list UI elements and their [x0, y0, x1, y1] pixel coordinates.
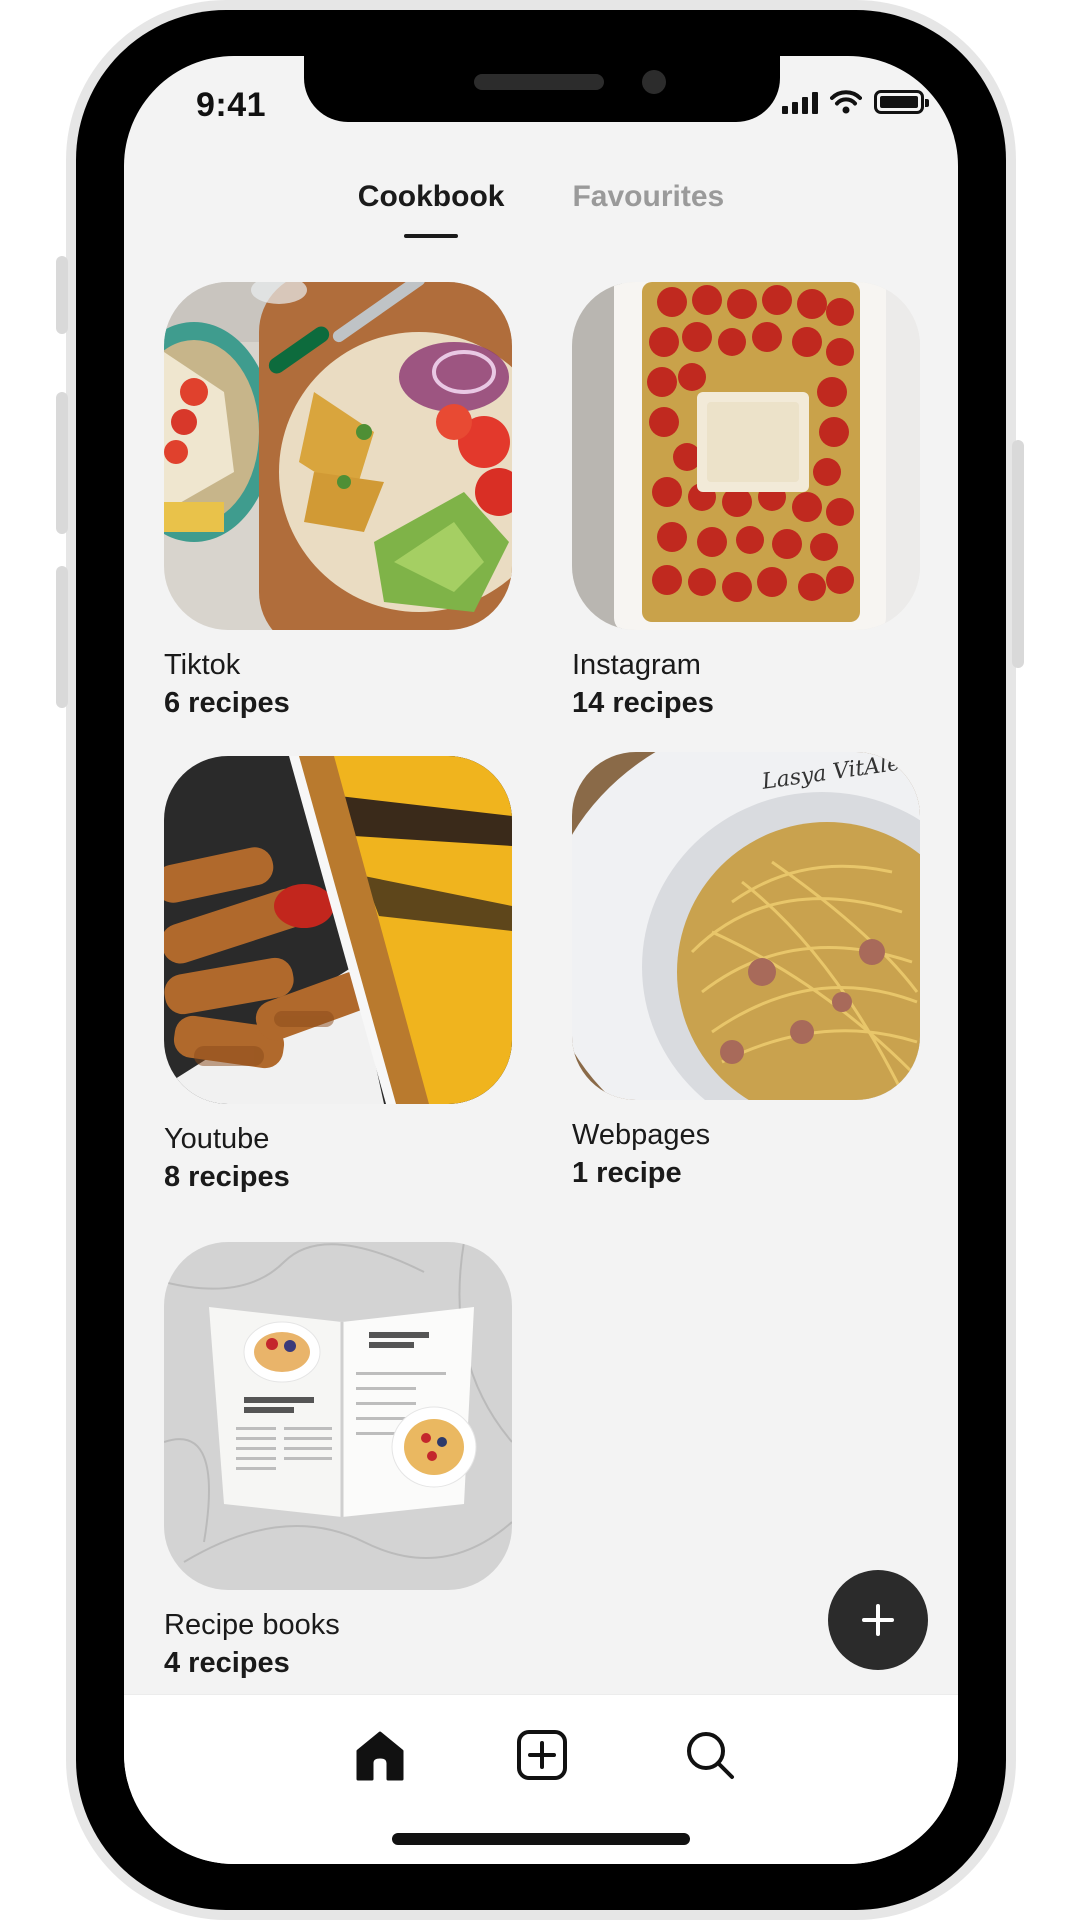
- search-icon: [687, 1732, 734, 1779]
- status-time: 9:41: [196, 86, 267, 124]
- collection-card-tiktok[interactable]: Tiktok 6 recipes: [164, 282, 512, 722]
- notch: [304, 56, 780, 122]
- collection-count: 14 recipes: [572, 687, 714, 719]
- nav-add[interactable]: [512, 1725, 572, 1785]
- tab-cookbook[interactable]: Cookbook: [358, 180, 505, 238]
- collection-title: Webpages: [572, 1119, 711, 1151]
- top-tabs: Cookbook Favourites: [124, 180, 958, 238]
- add-collection-button[interactable]: [828, 1570, 928, 1670]
- front-camera: [642, 70, 666, 94]
- app-screen: 9:41 Cookbook Favourites Tiktok 6 recipe…: [124, 56, 958, 1864]
- battery-icon: [874, 90, 929, 114]
- nav-search[interactable]: [680, 1725, 740, 1785]
- power-button: [1012, 440, 1024, 668]
- plus-icon: [862, 1604, 894, 1636]
- spaghetti-carbonara-photo: Lasya VitAle: [572, 752, 920, 1100]
- collection-title: Tiktok: [164, 649, 241, 681]
- collection-card-webpages[interactable]: Lasya VitAle Webpages 1 recipe: [572, 752, 920, 1192]
- home-icon: [356, 1731, 404, 1781]
- bottom-nav: [124, 1694, 958, 1864]
- home-indicator: [392, 1833, 690, 1845]
- speaker: [474, 74, 604, 90]
- add-square-icon: [517, 1730, 567, 1780]
- collection-card-instagram[interactable]: Instagram 14 recipes: [572, 282, 920, 722]
- open-recipe-book-photo: [164, 1242, 512, 1590]
- mozzarella-sticks-photo: [164, 756, 512, 1104]
- collection-title: Instagram: [572, 649, 701, 681]
- baked-feta-tomato-photo: [572, 282, 920, 630]
- collection-title: Youtube: [164, 1123, 270, 1155]
- volume-up-button: [56, 392, 68, 534]
- tab-favourites[interactable]: Favourites: [572, 180, 724, 238]
- collection-card-recipe-books[interactable]: Recipe books 4 recipes: [164, 1242, 512, 1682]
- mute-switch: [56, 256, 68, 334]
- collection-count: 1 recipe: [572, 1157, 682, 1189]
- status-icons: [782, 90, 929, 114]
- collection-count: 4 recipes: [164, 1647, 290, 1679]
- volume-down-button: [56, 566, 68, 708]
- wifi-icon: [830, 90, 862, 114]
- collection-count: 6 recipes: [164, 687, 290, 719]
- signal-icon: [782, 90, 818, 114]
- collection-count: 8 recipes: [164, 1161, 290, 1193]
- collection-title: Recipe books: [164, 1609, 340, 1641]
- collection-card-youtube[interactable]: Youtube 8 recipes: [164, 756, 512, 1196]
- wrap-pizza-food-photo: [164, 282, 512, 630]
- nav-home[interactable]: [350, 1725, 410, 1785]
